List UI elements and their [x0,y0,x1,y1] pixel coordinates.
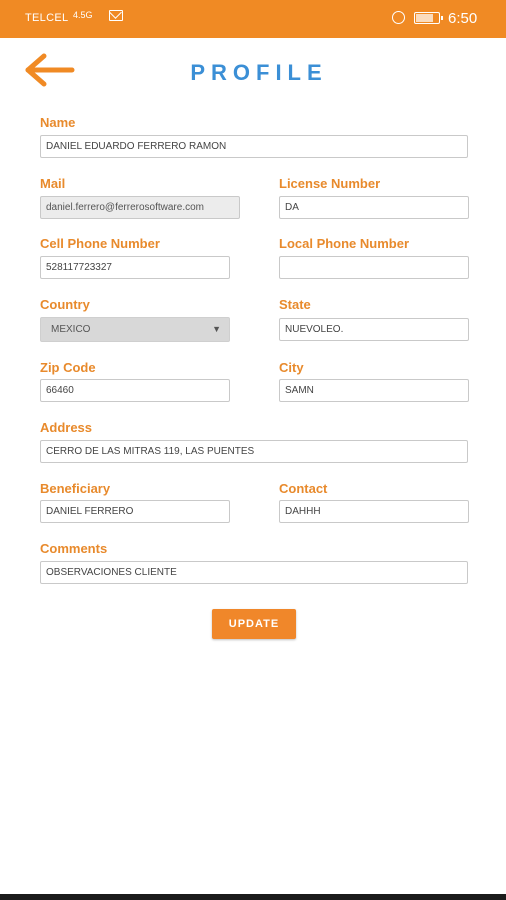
city-label: City [279,360,304,375]
mail-icon [109,10,123,21]
comments-field[interactable]: OBSERVACIONES CLIENTE [40,561,468,584]
carrier-label: TELCEL [25,12,69,24]
dropdown-caret-icon: ▼ [212,324,221,334]
address-label: Address [40,420,93,435]
country-label: Country [40,297,90,312]
beneficiary-field[interactable]: DANIEL FERRERO [40,500,230,523]
update-button[interactable]: UPDATE [212,609,296,639]
battery-icon [414,12,443,24]
contact-field[interactable]: DAHHH [279,500,469,523]
status-bar: TELCEL 4.5G 6:50 [0,0,506,38]
cell-phone-field[interactable]: 528117723327 [40,256,230,279]
signal-icon: 4.5G [73,10,93,20]
state-field[interactable]: NUEVOLEO. [279,318,469,341]
status-time: 6:50 [448,10,478,27]
state-label: State [279,297,311,312]
comments-label: Comments [40,541,108,556]
local-phone-field[interactable] [279,256,469,279]
zip-code-field[interactable]: 66460 [40,379,230,402]
address-field[interactable]: CERRO DE LAS MITRAS 119, LAS PUENTES [40,440,468,463]
zip-code-label: Zip Code [40,360,96,375]
country-select[interactable]: MEXICO ▼ [40,317,230,342]
local-phone-label: Local Phone Number [279,236,410,251]
beneficiary-label: Beneficiary [40,481,111,496]
bottom-edge [0,894,506,900]
page-title: PROFILE [190,60,328,85]
mail-label: Mail [40,176,66,191]
cell-phone-label: Cell Phone Number [40,236,160,251]
mail-field: daniel.ferrero@ferrerosoftware.com [40,196,240,219]
country-value: MEXICO [51,324,91,335]
name-label: Name [40,115,76,130]
license-number-field[interactable]: DA [279,196,469,219]
alarm-icon [392,11,405,24]
city-field[interactable]: SAMN [279,379,469,402]
license-number-label: License Number [279,176,381,191]
contact-label: Contact [279,481,328,496]
name-field[interactable]: DANIEL EDUARDO FERRERO RAMON [40,135,468,158]
